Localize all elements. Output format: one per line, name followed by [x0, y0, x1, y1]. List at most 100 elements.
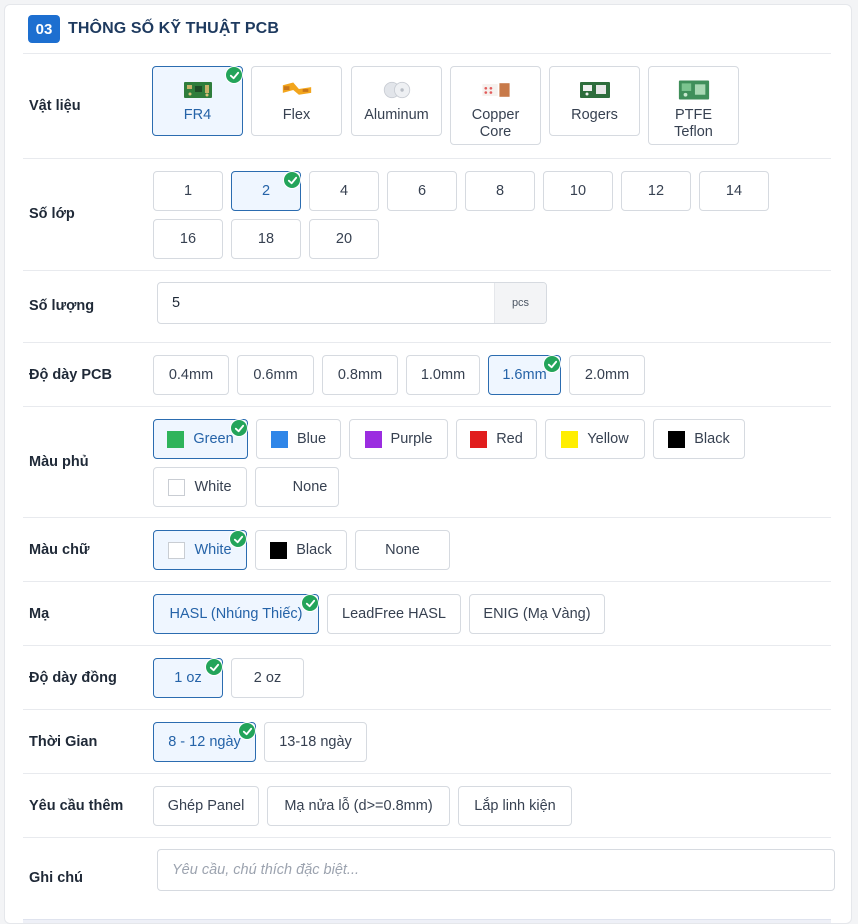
quantity-input[interactable]	[158, 283, 494, 323]
extra-option-half-hole[interactable]: Mạ nửa lỗ (d>=0.8mm)	[267, 786, 450, 826]
layer-option-4[interactable]: 4	[309, 171, 379, 211]
quantity-label: Số lượng	[29, 298, 95, 314]
extras-label: Yêu cầu thêm	[29, 798, 124, 814]
mask-option-label: Green	[193, 431, 234, 447]
material-option-label: FR4	[183, 107, 212, 123]
lead-time-option-13-18[interactable]: 13-18 ngày	[264, 722, 367, 762]
material-row: Vật liệu FR4 Flex Aluminum Copper Core R…	[23, 53, 831, 158]
yellow-swatch	[561, 430, 579, 448]
selected-check-icon	[238, 722, 256, 740]
finish-option-hasl[interactable]: HASL (Nhúng Thiếc)	[153, 594, 319, 634]
layer-option-2[interactable]: 2	[231, 171, 301, 211]
thickness-row: Độ dày PCB 0.4mm 0.6mm 0.8mm 1.0mm 1.6mm…	[23, 342, 831, 406]
blue-swatch	[270, 430, 288, 448]
silk-option-white[interactable]: White	[153, 530, 247, 570]
finish-label: Mạ	[29, 606, 50, 622]
mask-option-label: None	[292, 479, 328, 495]
thickness-option-1.0mm[interactable]: 1.0mm	[406, 355, 480, 395]
thickness-option-1.6mm[interactable]: 1.6mm	[488, 355, 561, 395]
copper-option-1oz[interactable]: 1 oz	[153, 658, 223, 698]
silk-option-label: Black	[296, 542, 332, 558]
silk-option-none[interactable]: None	[355, 530, 450, 570]
purple-swatch	[364, 430, 382, 448]
quantity-row: Số lượng pcs	[23, 270, 831, 342]
thickness-option-0.6mm[interactable]: 0.6mm	[237, 355, 314, 395]
copper-core-icon	[479, 77, 513, 103]
material-option-ptfe-teflon[interactable]: PTFE Teflon	[648, 66, 739, 145]
material-option-label: PTFE Teflon	[674, 107, 713, 140]
thickness-option-label: 1.6mm	[502, 367, 547, 383]
layers-row: Số lớp 1 2 4 6 8 10 12 14 16 18 20	[23, 158, 831, 270]
layer-option-14[interactable]: 14	[699, 171, 769, 211]
note-label: Ghi chú	[29, 870, 83, 886]
mask-option-purple[interactable]: Purple	[349, 419, 448, 459]
mask-option-label: White	[194, 479, 232, 495]
finish-option-leadfree-hasl[interactable]: LeadFree HASL	[327, 594, 461, 634]
material-option-label: Aluminum	[364, 107, 429, 123]
copper-row: Độ dày đồng 1 oz 2 oz	[23, 645, 831, 709]
aluminum-pcb-icon	[380, 77, 414, 103]
copper-option-2oz[interactable]: 2 oz	[231, 658, 304, 698]
material-option-copper-core[interactable]: Copper Core	[450, 66, 541, 145]
selected-check-icon	[205, 658, 223, 676]
solder-mask-label: Màu phủ	[29, 454, 89, 470]
mask-option-green[interactable]: Green	[153, 419, 248, 459]
rogers-board-icon	[578, 77, 612, 103]
lead-time-row: Thời Gian 8 - 12 ngày 13-18 ngày	[23, 709, 831, 773]
material-option-aluminum[interactable]: Aluminum	[351, 66, 442, 136]
mask-option-yellow[interactable]: Yellow	[545, 419, 645, 459]
pcb-spec-card: 03 THÔNG SỐ KỸ THUẬT PCB Vật liệu FR4 Fl…	[4, 4, 852, 924]
material-option-label: Flex	[282, 107, 311, 123]
extra-option-assembly[interactable]: Lắp linh kiện	[458, 786, 572, 826]
material-label: Vật liệu	[29, 98, 81, 114]
lead-time-option-label: 8 - 12 ngày	[168, 734, 241, 750]
selected-check-icon	[283, 171, 301, 189]
section-number-badge: 03	[28, 15, 60, 43]
thickness-option-2.0mm[interactable]: 2.0mm	[569, 355, 645, 395]
material-option-rogers[interactable]: Rogers	[549, 66, 640, 136]
mask-option-blue[interactable]: Blue	[256, 419, 341, 459]
copper-option-label: 1 oz	[174, 670, 202, 686]
silk-option-label: White	[194, 542, 232, 558]
silkscreen-label: Màu chữ	[29, 542, 90, 558]
extra-option-panel[interactable]: Ghép Panel	[153, 786, 259, 826]
thickness-option-0.8mm[interactable]: 0.8mm	[322, 355, 398, 395]
layer-option-10[interactable]: 10	[543, 171, 613, 211]
quantity-unit: pcs	[494, 283, 546, 323]
copper-label: Độ dày đồng	[29, 670, 117, 686]
mask-option-red[interactable]: Red	[456, 419, 537, 459]
silkscreen-row: Màu chữ White Black None	[23, 517, 831, 581]
finish-option-label: HASL (Nhúng Thiếc)	[169, 606, 303, 622]
selected-check-icon	[225, 66, 243, 84]
mask-option-none[interactable]: None	[255, 467, 339, 507]
material-option-fr4[interactable]: FR4	[152, 66, 243, 136]
mask-option-black[interactable]: Black	[653, 419, 745, 459]
thickness-option-0.4mm[interactable]: 0.4mm	[153, 355, 229, 395]
layer-option-20[interactable]: 20	[309, 219, 379, 259]
layer-option-8[interactable]: 8	[465, 171, 535, 211]
quantity-field: pcs	[157, 282, 547, 324]
black-swatch	[668, 430, 686, 448]
selected-check-icon	[229, 530, 247, 548]
layer-option-6[interactable]: 6	[387, 171, 457, 211]
finish-row: Mạ HASL (Nhúng Thiếc) LeadFree HASL ENIG…	[23, 581, 831, 645]
layers-label: Số lớp	[29, 206, 75, 222]
solder-mask-row: Màu phủ Green Blue Purple Red Yellow Bla…	[23, 406, 831, 517]
mask-option-label: Purple	[390, 431, 433, 447]
note-input[interactable]	[158, 850, 834, 890]
layer-option-12[interactable]: 12	[621, 171, 691, 211]
flex-pcb-icon	[280, 77, 314, 103]
selected-check-icon	[301, 594, 319, 612]
silk-option-black[interactable]: Black	[255, 530, 347, 570]
white-swatch	[168, 478, 186, 496]
material-option-flex[interactable]: Flex	[251, 66, 342, 136]
note-row: Ghi chú	[23, 837, 835, 917]
layer-option-1[interactable]: 1	[153, 171, 223, 211]
mask-option-label: Black	[694, 431, 730, 447]
mask-option-white[interactable]: White	[153, 467, 247, 507]
layer-option-16[interactable]: 16	[153, 219, 223, 259]
finish-option-enig[interactable]: ENIG (Mạ Vàng)	[469, 594, 605, 634]
layer-option-18[interactable]: 18	[231, 219, 301, 259]
white-swatch	[168, 541, 186, 559]
lead-time-option-8-12[interactable]: 8 - 12 ngày	[153, 722, 256, 762]
